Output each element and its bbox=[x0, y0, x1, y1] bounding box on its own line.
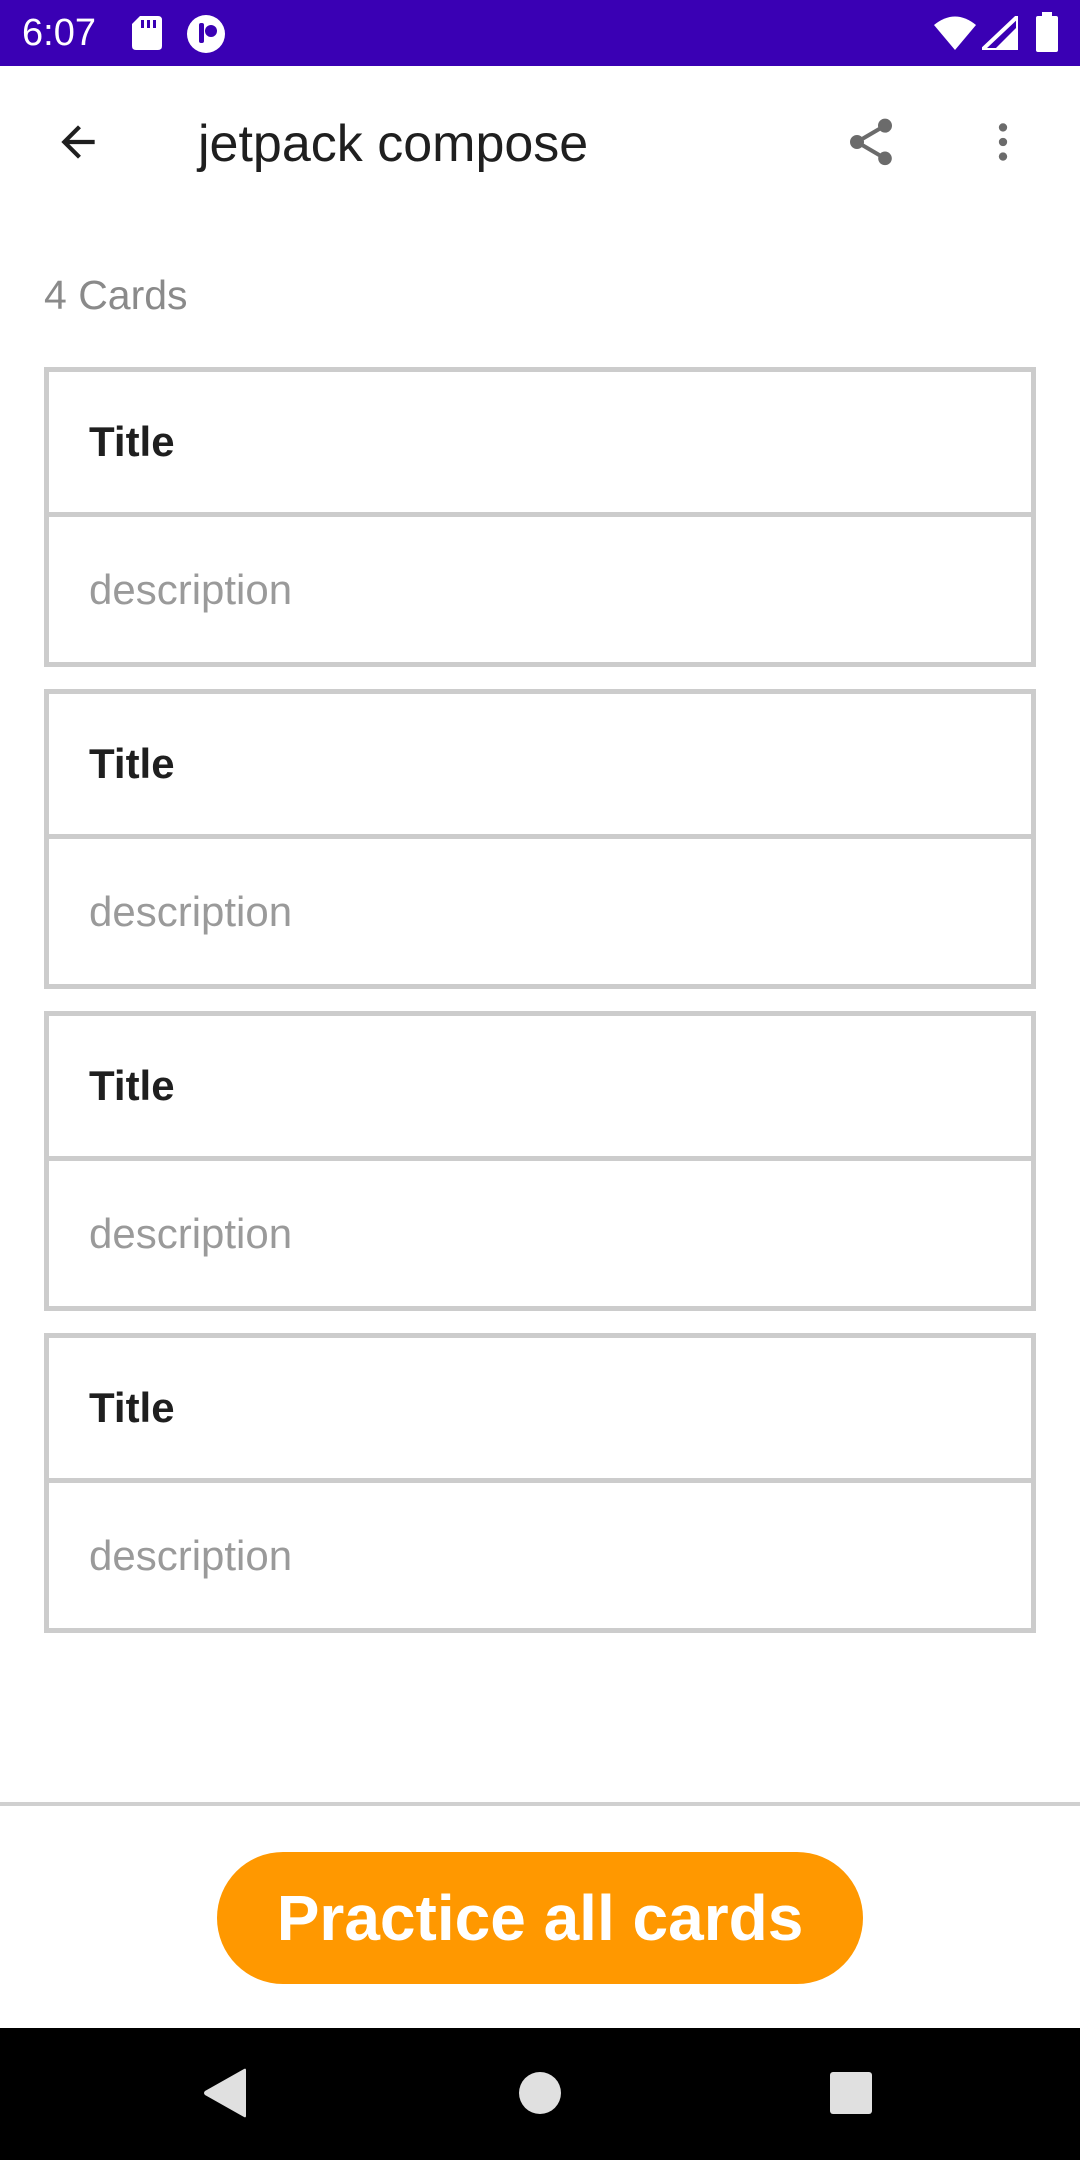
back-button[interactable] bbox=[30, 96, 126, 192]
screen: 6:07 jetpack compose 4 Cards Title descr… bbox=[0, 0, 1080, 2160]
share-icon bbox=[843, 114, 899, 175]
card-description: description bbox=[89, 565, 293, 613]
nav-home-button[interactable] bbox=[495, 2050, 585, 2140]
card-title: Title bbox=[89, 740, 175, 787]
status-time: 6:07 bbox=[22, 12, 96, 54]
arrow-back-icon bbox=[53, 117, 103, 172]
card-title: Title bbox=[89, 1384, 175, 1431]
practice-all-cards-button[interactable]: Practice all cards bbox=[217, 1852, 863, 1984]
recents-square-icon bbox=[830, 2071, 872, 2119]
card-description-row[interactable]: description bbox=[49, 1161, 1031, 1306]
back-triangle-icon bbox=[202, 2068, 248, 2123]
card-title-row[interactable]: Title bbox=[49, 694, 1031, 839]
card-count-label: 4 Cards bbox=[44, 272, 188, 318]
card-title: Title bbox=[89, 418, 175, 465]
footer-divider bbox=[0, 1802, 1080, 1806]
nav-back-button[interactable] bbox=[180, 2050, 270, 2140]
battery-icon bbox=[1036, 12, 1058, 57]
wifi-icon bbox=[934, 16, 976, 55]
more-options-button[interactable] bbox=[955, 96, 1051, 192]
card-title-row[interactable]: Title bbox=[49, 1338, 1031, 1483]
more-vert-icon bbox=[978, 117, 1028, 172]
card-description: description bbox=[89, 1531, 293, 1579]
share-button[interactable] bbox=[823, 96, 919, 192]
card-title: Title bbox=[89, 1062, 175, 1109]
card-list: Title description Title description Titl… bbox=[44, 367, 1036, 1655]
card-item[interactable]: Title description bbox=[44, 1011, 1036, 1311]
card-description-row[interactable]: description bbox=[49, 839, 1031, 984]
card-item[interactable]: Title description bbox=[44, 367, 1036, 667]
card-description-row[interactable]: description bbox=[49, 1483, 1031, 1628]
card-title-row[interactable]: Title bbox=[49, 1016, 1031, 1161]
page-title: jetpack compose bbox=[198, 115, 589, 173]
card-description-row[interactable]: description bbox=[49, 517, 1031, 662]
app-bar: jetpack compose bbox=[0, 66, 1080, 222]
nav-recents-button[interactable] bbox=[806, 2050, 896, 2140]
home-circle-icon bbox=[518, 2071, 562, 2120]
card-item[interactable]: Title description bbox=[44, 1333, 1036, 1633]
card-description: description bbox=[89, 1209, 293, 1257]
card-title-row[interactable]: Title bbox=[49, 372, 1031, 517]
system-nav-bar bbox=[0, 2028, 1080, 2160]
sd-card-icon bbox=[132, 16, 162, 55]
card-description: description bbox=[89, 887, 293, 935]
signal-icon bbox=[976, 11, 1020, 55]
status-bar: 6:07 bbox=[0, 0, 1080, 66]
card-item[interactable]: Title description bbox=[44, 689, 1036, 989]
app-notification-icon bbox=[186, 14, 226, 59]
